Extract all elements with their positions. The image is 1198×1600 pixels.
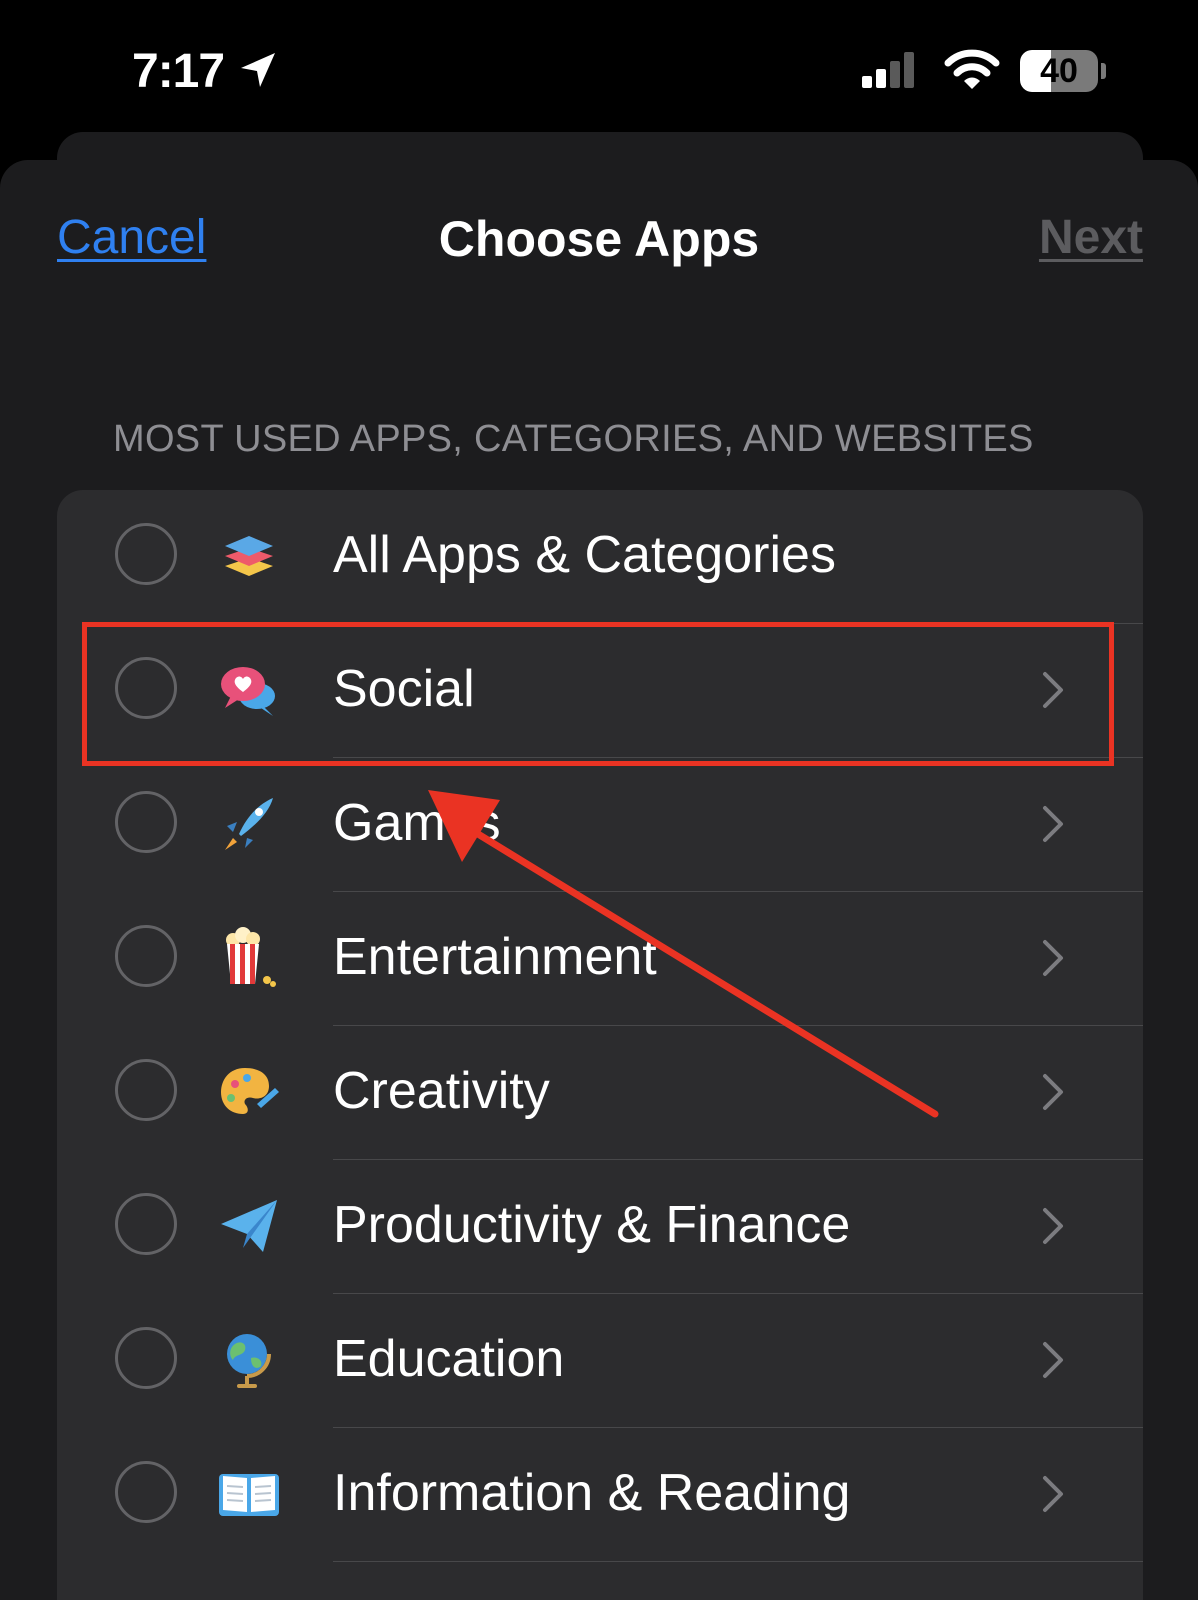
selection-radio[interactable] (115, 791, 177, 853)
status-time: 7:17 (132, 45, 225, 98)
list-item-education[interactable]: Education (57, 1294, 1143, 1428)
selection-radio[interactable] (115, 1193, 177, 1255)
list-item-label: Education (333, 1330, 565, 1388)
list-item-label: Games (333, 794, 501, 852)
list-item-label: Entertainment (333, 928, 657, 986)
selection-radio[interactable] (115, 1327, 177, 1389)
battery-body: 40 (1020, 50, 1098, 92)
next-button[interactable]: Next (1039, 210, 1143, 265)
section-header: MOST USED APPS, CATEGORIES, AND WEBSITES (113, 418, 1034, 460)
list-item-information-reading[interactable]: Information & Reading (57, 1428, 1143, 1562)
rocket-icon (225, 798, 273, 850)
selection-radio[interactable] (115, 523, 177, 585)
paper-plane-icon (221, 1200, 277, 1252)
list-item-label: Information & Reading (333, 1464, 851, 1522)
list-item-label: All Apps & Categories (333, 526, 836, 584)
list-item-entertainment[interactable]: Entertainment (57, 892, 1143, 1026)
row-divider (333, 1561, 1143, 1562)
wifi-icon (944, 49, 1000, 89)
annotation-highlight-box (82, 622, 1114, 766)
location-arrow-icon (241, 53, 275, 87)
selection-radio[interactable] (115, 1059, 177, 1121)
selection-radio[interactable] (115, 1461, 177, 1523)
chevron-right-icon (1043, 1476, 1063, 1512)
battery-level: 40 (1040, 52, 1078, 90)
cellular-signal-icon (862, 52, 914, 88)
page-title: Choose Apps (438, 211, 760, 267)
list-item-label: Creativity (333, 1062, 550, 1120)
chevron-right-icon (1043, 1074, 1063, 1110)
stack-layers-icon (225, 536, 273, 576)
popcorn-icon (226, 927, 276, 987)
status-bar: 7:17 40 (0, 0, 1198, 130)
battery-nub (1101, 63, 1106, 79)
globe-icon (227, 1334, 271, 1388)
chevron-right-icon (1043, 1342, 1063, 1378)
list-item-all-apps[interactable]: All Apps & Categories (57, 490, 1143, 624)
chevron-right-icon (1043, 940, 1063, 976)
list-item-productivity-finance[interactable]: Productivity & Finance (57, 1160, 1143, 1294)
list-item-creativity[interactable]: Creativity (57, 1026, 1143, 1160)
chevron-right-icon (1043, 806, 1063, 842)
selection-radio[interactable] (115, 925, 177, 987)
list-item-label: Productivity & Finance (333, 1196, 851, 1254)
chevron-right-icon (1043, 1208, 1063, 1244)
battery-icon: 40 (1020, 50, 1106, 92)
list-item-games[interactable]: Games (57, 758, 1143, 892)
palette-icon (221, 1068, 279, 1114)
open-book-icon (219, 1474, 279, 1516)
